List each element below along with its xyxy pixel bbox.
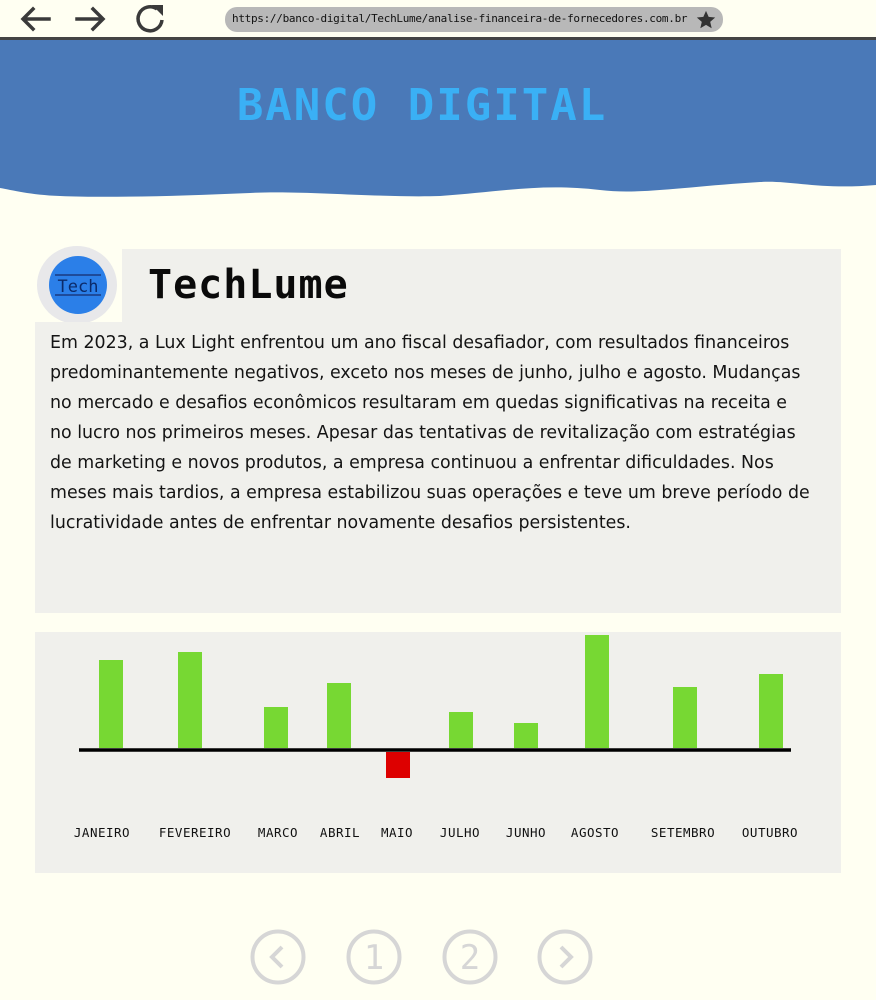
chart-bar-julho[interactable] [449,712,473,748]
company-name: TechLume [148,262,349,308]
address-bar[interactable]: https://banco-digital/TechLume/analise-f… [225,7,723,32]
chart-bar-junho[interactable] [514,723,538,748]
chart-bar-agosto[interactable] [585,635,609,748]
chart-bar-janeiro[interactable] [99,660,123,748]
company-logo: Tech [49,256,107,314]
chart-bar-marco[interactable] [264,707,288,748]
reload-icon[interactable] [133,2,169,36]
chart-bar-maio[interactable] [386,752,410,778]
pagination-page-2[interactable]: 2 [442,929,498,985]
url-text: https://banco-digital/TechLume/analise-f… [232,12,688,25]
logo-text: Tech [58,277,99,297]
pagination-prev-button[interactable] [250,929,306,985]
star-icon[interactable] [695,9,717,31]
chart-bar-outubro[interactable] [759,674,783,748]
company-description: Em 2023, a Lux Light enfrentou um ano fi… [50,333,810,533]
pagination-page-1[interactable]: 1 [346,929,402,985]
browser-toolbar: https://banco-digital/TechLume/analise-f… [0,0,876,38]
brand-title[interactable]: Banco Digital [0,80,860,131]
page-number: 1 [364,938,384,978]
chart-panel [35,632,841,873]
pagination-next-button[interactable] [537,929,593,985]
arrow-left-icon[interactable] [17,2,53,36]
chart-bar-setembro[interactable] [673,687,697,748]
page-number: 2 [460,938,480,978]
chart-bar-fevereiro[interactable] [178,652,202,748]
chevron-right-icon [559,945,574,969]
arrow-right-icon[interactable] [73,2,109,36]
chart-bar-abril[interactable] [327,683,351,748]
chevron-left-icon [269,945,284,969]
